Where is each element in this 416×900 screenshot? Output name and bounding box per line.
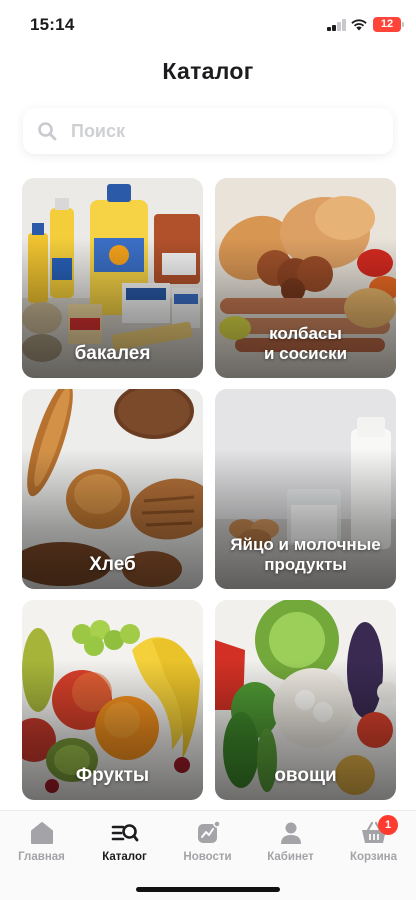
category-label: Фрукты — [75, 765, 150, 786]
tab-news[interactable]: Новости — [166, 811, 249, 881]
cart-count-badge: 1 — [378, 815, 398, 835]
profile-icon — [281, 822, 301, 844]
category-tile-ovoshchi[interactable]: овощи — [215, 600, 396, 800]
search-box[interactable] — [23, 108, 393, 154]
category-label: бакалея — [74, 343, 151, 364]
category-tile-molochnye[interactable]: Яйцо и молочные продукты — [215, 389, 396, 589]
cellular-signal-icon — [327, 19, 347, 31]
status-bar: 15:14 12 — [0, 0, 416, 52]
search-input[interactable] — [71, 108, 371, 154]
category-label: колбасы и сосиски — [263, 324, 348, 363]
tab-home[interactable]: Главная — [0, 811, 83, 881]
tab-cart-label: Корзина — [349, 851, 398, 863]
tab-home-label: Главная — [18, 851, 65, 863]
home-icon — [31, 822, 53, 844]
tab-catalog[interactable]: Каталог — [83, 811, 166, 881]
tab-profile-label: Кабинет — [267, 851, 314, 863]
status-time: 15:14 — [30, 15, 75, 34]
search-icon — [38, 122, 57, 141]
category-label: Хлеб — [89, 554, 136, 575]
category-tile-frukty[interactable]: Фрукты — [22, 600, 203, 800]
category-tile-hleb[interactable]: Хлеб — [22, 389, 203, 589]
wifi-icon — [351, 19, 367, 31]
tab-news-label: Новости — [183, 851, 232, 863]
news-icon — [198, 820, 221, 843]
category-label: Яйцо и молочные продукты — [230, 535, 381, 574]
category-label: овощи — [274, 765, 337, 786]
page-title: Каталог — [162, 58, 254, 84]
catalog-icon — [111, 824, 139, 842]
home-indicator — [136, 887, 280, 892]
category-tile-kolbasy[interactable]: колбасы и сосиски — [215, 178, 396, 378]
category-tile-bakaleya[interactable]: бакалея — [22, 178, 203, 378]
battery-indicator: 12 — [373, 17, 404, 32]
tab-cart[interactable]: 1 Корзина — [332, 811, 415, 881]
tab-profile[interactable]: Кабинет — [249, 811, 332, 881]
tab-catalog-label: Каталог — [102, 851, 147, 863]
